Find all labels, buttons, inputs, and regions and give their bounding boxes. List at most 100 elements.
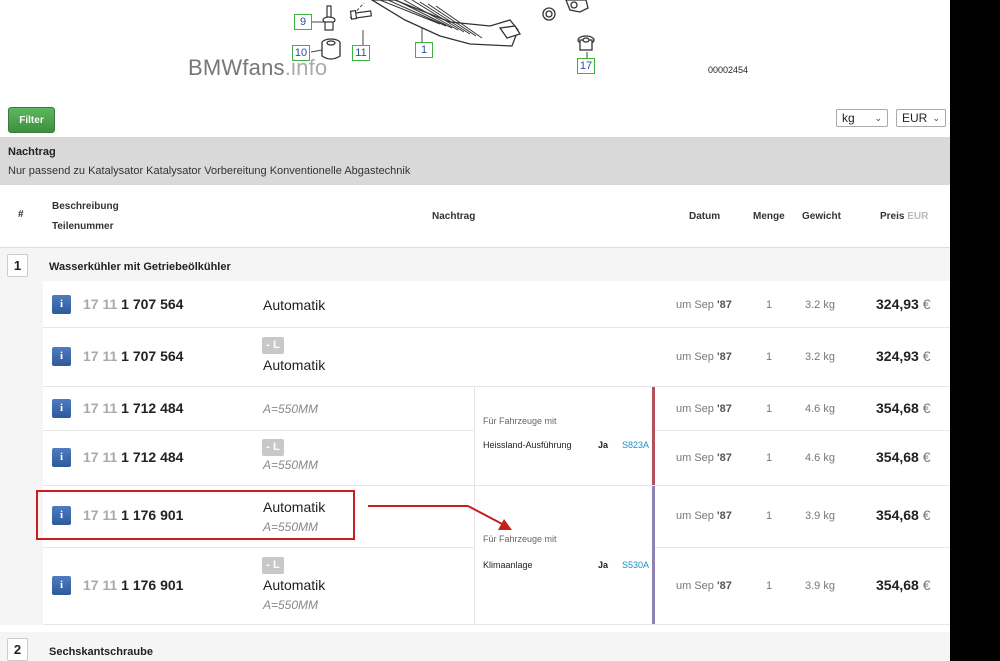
table-row[interactable]: i 17 11 1 707 564 - L Automatik um Sep '… (43, 328, 950, 387)
condition-ja: Ja (598, 560, 609, 570)
info-icon[interactable]: i (52, 576, 71, 595)
diagram-drawing (310, 0, 595, 60)
parts-catalog-page: 9 10 11 1 17 BMWfans.info 00002454 Filte… (0, 0, 950, 661)
weight-cell: 4.6 kg (805, 403, 835, 415)
nachtrag-condition: Für Fahrzeuge mit Klimaanlage Ja S530A (474, 486, 655, 624)
part-number: 17 11 1 176 901 (83, 577, 183, 593)
chevron-down-icon: ⌄ (932, 112, 940, 123)
quantity-cell: 1 (766, 452, 773, 464)
price-value: 354,68 (876, 400, 919, 416)
unit-select-value: kg (842, 111, 855, 125)
price-currency: € (922, 296, 931, 312)
info-icon[interactable]: i (52, 347, 71, 366)
quantity-cell: 1 (766, 403, 773, 415)
info-icon[interactable]: i (52, 295, 71, 314)
weight-cell: 4.6 kg (805, 452, 835, 464)
part-spec: A=550MM (263, 458, 319, 472)
condition-code-link[interactable]: S823A (622, 440, 649, 450)
part-description: Automatik (263, 357, 326, 373)
part-prefix: 17 11 (83, 296, 118, 312)
col-nachtrag: Nachtrag (432, 211, 476, 222)
part-number-main: 1 707 564 (121, 296, 184, 312)
chevron-down-icon: ⌄ (874, 112, 882, 123)
col-beschreibung: Beschreibung (52, 201, 119, 212)
price-cell: 324,93 € (876, 296, 931, 312)
date-year: '87 (716, 351, 732, 363)
price-cell: 354,68 € (876, 400, 931, 416)
condition-code-link[interactable]: S530A (622, 560, 649, 570)
col-preis: Preis EUR (880, 211, 928, 222)
col-teilenummer: Teilenummer (52, 221, 114, 232)
price-currency: € (922, 400, 931, 416)
col-gewicht: Gewicht (802, 211, 841, 222)
date-prefix: um Sep (676, 351, 714, 363)
col-datum: Datum (689, 211, 721, 222)
part-prefix: 17 11 (83, 400, 118, 416)
condition-caption: Für Fahrzeuge mit (483, 534, 557, 544)
info-icon[interactable]: i (52, 399, 71, 418)
condition-bar (652, 387, 655, 485)
currency-select[interactable]: EUR ⌄ (896, 109, 946, 127)
callout-17[interactable]: 17 (577, 58, 595, 74)
part-number-main: 1 712 484 (121, 449, 184, 465)
condition-caption: Für Fahrzeuge mit (483, 416, 557, 426)
group-number: 2 (7, 638, 28, 661)
part-description: Automatik (263, 577, 326, 593)
filter-button[interactable]: Filter (8, 107, 55, 133)
part-spec: A=550MM (263, 402, 319, 416)
quantity-cell: 1 (766, 299, 773, 311)
price-currency: € (922, 348, 931, 364)
col-menge: Menge (753, 211, 785, 222)
col-preis-label: Preis (880, 211, 905, 222)
unit-select[interactable]: kg ⌄ (836, 109, 888, 127)
price-value: 324,93 (876, 296, 919, 312)
price-value: 354,68 (876, 449, 919, 465)
date-cell: um Sep '87 (676, 351, 732, 363)
group-number: 1 (7, 254, 28, 277)
callout-11[interactable]: 11 (352, 45, 370, 61)
price-cell: 354,68 € (876, 449, 931, 465)
price-currency: € (922, 577, 931, 593)
weight-cell: 3.9 kg (805, 510, 835, 522)
condition-name: Klimaanlage (483, 560, 533, 570)
part-prefix: 17 11 (83, 449, 118, 465)
condition-name: Heissland-Ausführung (483, 440, 572, 450)
date-year: '87 (716, 580, 732, 592)
info-icon[interactable]: i (52, 448, 71, 467)
condition-ja: Ja (598, 440, 609, 450)
price-cell: 354,68 € (876, 577, 931, 593)
table-row[interactable]: i 17 11 1 707 564 Automatik um Sep '87 1… (43, 281, 950, 328)
callout-9[interactable]: 9 (294, 14, 312, 30)
diagram-code: 00002454 (708, 65, 749, 75)
quantity-cell: 1 (766, 580, 773, 592)
date-prefix: um Sep (676, 510, 714, 522)
lhd-badge-icon: - L (262, 439, 284, 456)
part-number: 17 11 1 712 484 (83, 449, 183, 465)
part-number: 17 11 1 707 564 (83, 296, 183, 312)
date-prefix: um Sep (676, 299, 714, 311)
price-currency: € (922, 507, 931, 523)
nachtrag-note: Nachtrag Nur passend zu Katalysator Kata… (0, 137, 950, 185)
date-prefix: um Sep (676, 452, 714, 464)
date-cell: um Sep '87 (676, 403, 732, 415)
condition-bar (652, 486, 655, 624)
price-cell: 354,68 € (876, 507, 931, 523)
part-number-main: 1 707 564 (121, 348, 184, 364)
date-cell: um Sep '87 (676, 299, 732, 311)
table-header: # Beschreibung Teilenummer Nachtrag Datu… (0, 186, 950, 248)
col-num: # (18, 209, 24, 220)
price-value: 354,68 (876, 507, 919, 523)
date-year: '87 (716, 299, 732, 311)
lhd-badge-icon: - L (262, 557, 284, 574)
date-prefix: um Sep (676, 403, 714, 415)
bmwfans-watermark: BMWfans.info (188, 55, 327, 81)
quantity-cell: 1 (766, 510, 773, 522)
weight-cell: 3.2 kg (805, 351, 835, 363)
date-year: '87 (716, 510, 732, 522)
callout-1[interactable]: 1 (415, 42, 433, 58)
part-prefix: 17 11 (83, 348, 118, 364)
date-cell: um Sep '87 (676, 580, 732, 592)
part-number: 17 11 1 712 484 (83, 400, 183, 416)
highlight-box (36, 490, 355, 540)
part-spec: A=550MM (263, 598, 319, 612)
